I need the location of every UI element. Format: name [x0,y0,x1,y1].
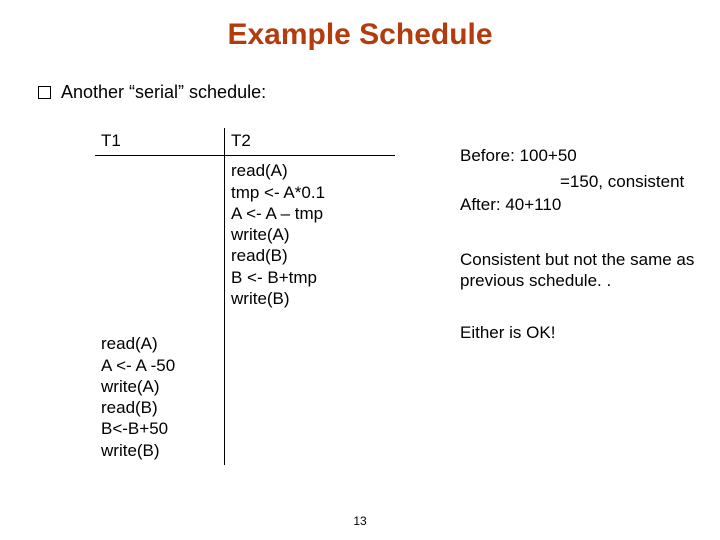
note-consistent: Consistent but not the same as previous … [460,249,700,292]
page-number: 13 [0,514,720,528]
square-bullet-icon [38,86,51,99]
slide-title: Example Schedule [0,18,720,52]
schedule-header-row: T1 T2 [95,128,395,156]
note-either: Either is OK! [460,322,555,343]
t2-ops: read(A) tmp <- A*0.1 A <- A – tmp write(… [231,158,389,309]
schedule-body: read(A) A <- A -50 write(A) read(B) B<-B… [95,156,395,465]
note-after: After: 40+110 [460,194,561,215]
bullet-text: Another “serial” schedule: [61,82,266,103]
t1-ops: read(A) A <- A -50 write(A) read(B) B<-B… [101,158,218,461]
schedule-table: T1 T2 read(A) A <- A -50 write(A) read(B… [95,128,395,465]
note-equals: =150, consistent [560,171,684,192]
note-before: Before: 100+50 [460,145,577,166]
t1-header: T1 [95,128,225,155]
bullet-row: Another “serial” schedule: [38,82,266,103]
t2-header: T2 [225,128,395,155]
slide: Example Schedule Another “serial” schedu… [0,0,720,540]
t2-column: read(A) tmp <- A*0.1 A <- A – tmp write(… [225,156,395,465]
t1-column: read(A) A <- A -50 write(A) read(B) B<-B… [95,156,225,465]
